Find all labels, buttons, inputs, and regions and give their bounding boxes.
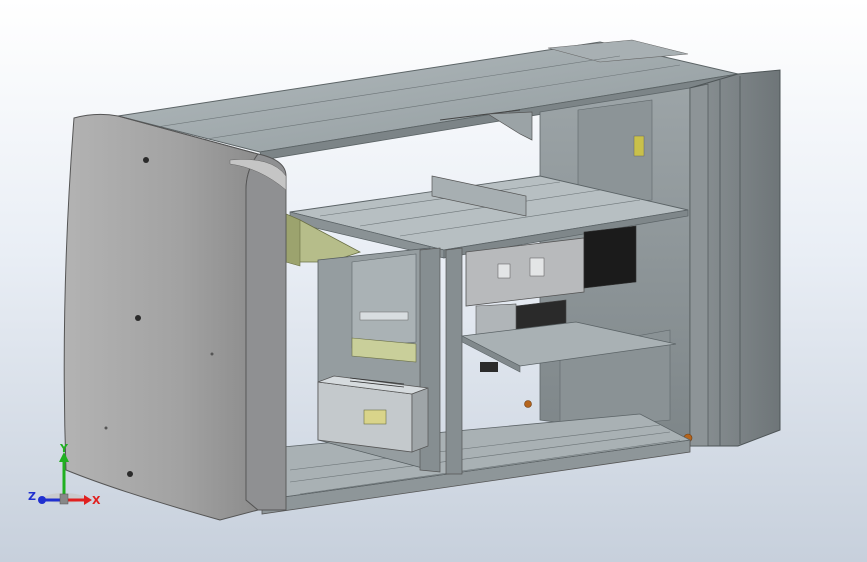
front-left-panel[interactable] (63, 113, 287, 521)
graphics-viewport[interactable]: Y X Z (0, 0, 867, 562)
3d-model-view[interactable]: Y X Z (0, 0, 867, 562)
z-axis-label: Z (28, 490, 36, 503)
power-supply-unit[interactable] (317, 375, 429, 453)
x-axis-label: X (92, 494, 101, 507)
screw-hole-icon (143, 157, 149, 163)
screw-hole-icon (127, 471, 133, 477)
y-axis-label: Y (59, 442, 69, 455)
screw-hole-icon (135, 315, 141, 321)
